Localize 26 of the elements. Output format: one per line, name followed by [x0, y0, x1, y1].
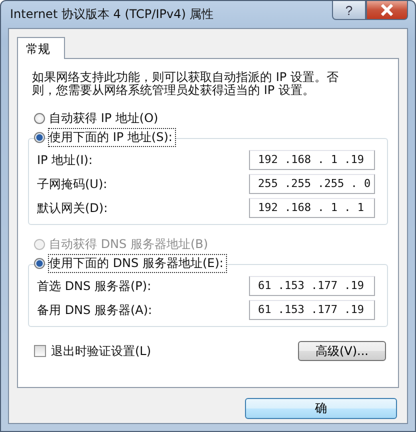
- help-button[interactable]: ?: [332, 1, 366, 20]
- field-label: 子网掩码(U):: [37, 176, 108, 192]
- ok-button[interactable]: 确: [245, 398, 397, 419]
- field-label: IP 地址(I):: [37, 152, 93, 168]
- advanced-button[interactable]: 高级(V)...: [298, 341, 386, 361]
- tab[interactable]: 常规: [17, 37, 65, 59]
- checkbox-label[interactable]: 退出时验证设置(L): [51, 342, 152, 360]
- ip-address-field[interactable]: 192 .168 . 1 . 1: [249, 198, 375, 218]
- close-icon: [380, 4, 394, 16]
- ip-address-field[interactable]: 255 .255 .255 . 0: [249, 174, 375, 194]
- radio-button[interactable]: [34, 258, 45, 269]
- radio-label[interactable]: 使用下面的 IP 地址(S):: [49, 129, 176, 146]
- field-label: 默认网关(D):: [37, 200, 108, 216]
- radio-button[interactable]: [34, 132, 45, 143]
- radio-button[interactable]: [34, 113, 45, 124]
- checkbox[interactable]: [34, 345, 46, 357]
- close-button[interactable]: [366, 1, 408, 20]
- radio-label[interactable]: 使用下面的 DNS 服务器地址(E):: [49, 255, 226, 272]
- radio-label[interactable]: 自动获得 IP 地址(O): [49, 110, 158, 127]
- field-label: 首选 DNS 服务器(P):: [37, 278, 152, 294]
- ip-address-field[interactable]: 61 .153 .177 .19: [249, 300, 375, 320]
- description-text: 如果网络支持此功能，则可以获取自动指派的 IP 设置。否则，您需要从网络系统管理员处获得适当的 IP 设置。: [32, 71, 340, 97]
- ip-address-field[interactable]: 192 .168 . 1 .19: [249, 150, 375, 170]
- field-label: 备用 DNS 服务器(A):: [37, 302, 152, 318]
- ip-address-field[interactable]: 61 .153 .177 .19: [249, 276, 375, 296]
- window-title: Internet 协议版本 4 (TCP/IPv4) 属性: [9, 6, 214, 23]
